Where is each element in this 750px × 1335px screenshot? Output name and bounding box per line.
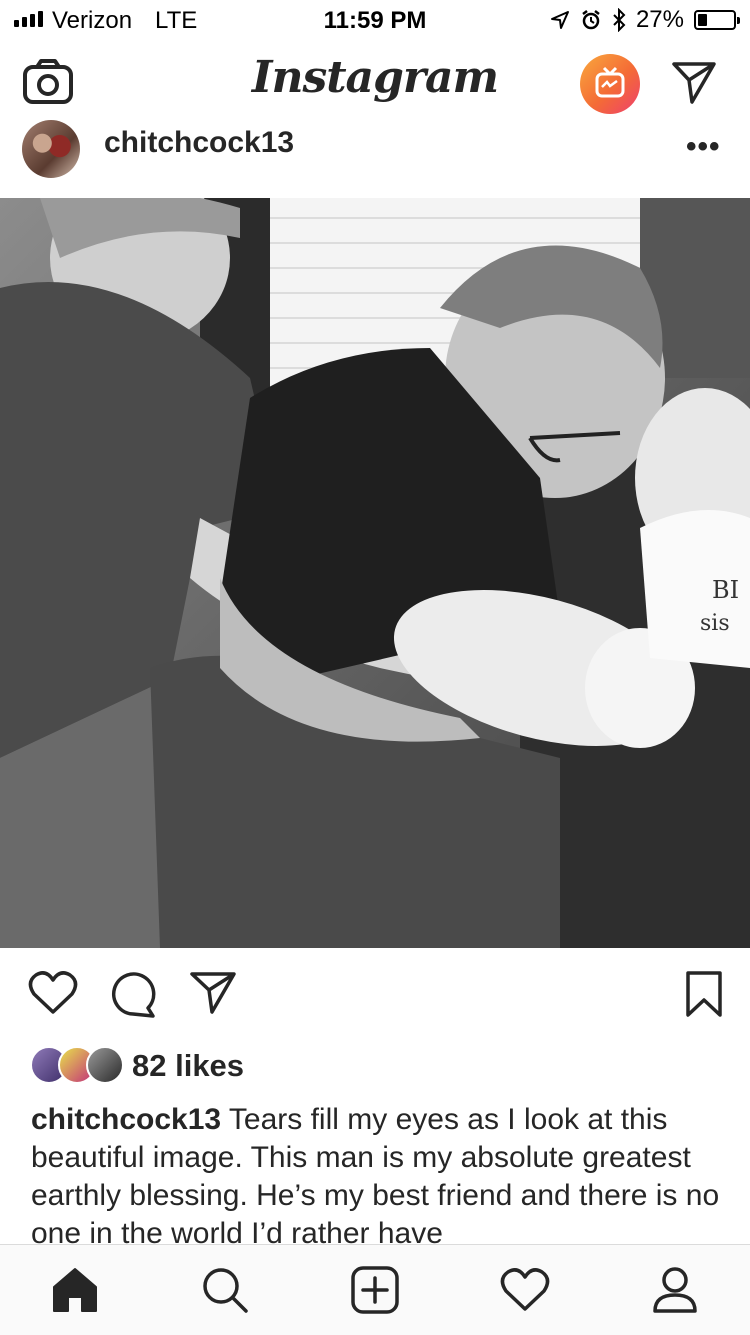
new-post-icon[interactable] xyxy=(350,1265,400,1315)
location-icon xyxy=(550,11,569,29)
battery-percent: 27% xyxy=(635,6,684,33)
activity-icon[interactable] xyxy=(500,1265,550,1315)
tab-bar xyxy=(0,1244,750,1335)
battery-icon xyxy=(694,10,740,30)
post-username[interactable]: chitchcock13 xyxy=(104,126,294,160)
profile-icon[interactable] xyxy=(650,1265,700,1315)
svg-text:sis: sis xyxy=(700,611,730,636)
status-bar: Verizon LTE 11:59 PM 27% xyxy=(0,0,750,40)
avatar[interactable] xyxy=(22,120,80,178)
carrier-label: Verizon xyxy=(52,7,133,34)
likes-row[interactable]: 82 likes xyxy=(0,1044,750,1090)
comment-icon[interactable] xyxy=(108,970,158,1018)
direct-message-icon[interactable] xyxy=(670,60,718,106)
more-options-icon[interactable]: ••• xyxy=(686,130,721,164)
post-photo[interactable]: BI sis xyxy=(0,198,750,948)
igtv-icon[interactable] xyxy=(580,54,640,114)
caption-username[interactable]: chitchcock13 xyxy=(31,1103,221,1136)
top-nav: Instagram xyxy=(0,40,750,129)
svg-text:BI: BI xyxy=(712,576,739,604)
liker-avatars xyxy=(30,1046,124,1084)
post-actions xyxy=(0,948,750,1044)
post-header: chitchcock13 ••• xyxy=(0,120,750,198)
bluetooth-icon xyxy=(613,8,626,32)
network-label: LTE xyxy=(155,7,198,34)
share-icon[interactable] xyxy=(188,970,238,1016)
post-caption: chitchcock13 Tears fill my eyes as I loo… xyxy=(31,1101,731,1253)
signal-icon xyxy=(14,11,43,27)
likes-count[interactable]: 82 likes xyxy=(132,1048,244,1084)
alarm-icon xyxy=(582,10,600,30)
home-icon[interactable] xyxy=(50,1265,100,1315)
save-icon[interactable] xyxy=(684,970,724,1018)
like-icon[interactable] xyxy=(28,970,78,1016)
search-icon[interactable] xyxy=(200,1265,250,1315)
camera-icon[interactable] xyxy=(22,58,74,106)
